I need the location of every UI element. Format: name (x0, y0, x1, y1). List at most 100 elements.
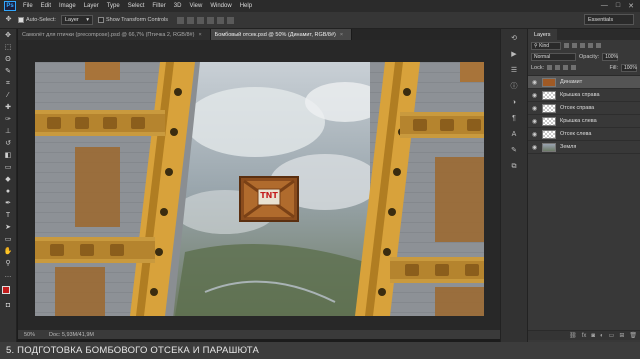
menu-3d[interactable]: 3D (170, 3, 186, 9)
brush-presets-icon[interactable]: ✎ (510, 147, 518, 155)
adjustment-layer-icon[interactable]: ◐ (600, 333, 604, 339)
kind-filter-dropdown[interactable]: ⚲ Kind (531, 41, 561, 50)
adjustments-icon[interactable]: ◑ (510, 99, 518, 107)
history-brush-tool-icon[interactable]: ↺ (4, 140, 13, 148)
type-tool-icon[interactable]: T (4, 212, 13, 220)
menu-help[interactable]: Help (236, 3, 256, 9)
blur-tool-icon[interactable]: ◆ (4, 176, 13, 184)
lock-pixels-icon[interactable] (555, 65, 561, 70)
blend-mode-dropdown[interactable]: Normal (531, 52, 576, 61)
color-swatches[interactable] (2, 286, 14, 298)
canvas-area[interactable]: TNT (18, 40, 500, 330)
move-tool-icon[interactable]: ✥ (4, 32, 13, 40)
marquee-tool-icon[interactable]: ⬚ (4, 44, 13, 52)
more-tools-icon[interactable]: … (4, 272, 13, 280)
eye-icon[interactable]: ◉ (531, 79, 538, 86)
eye-icon[interactable]: ◉ (531, 131, 538, 138)
properties-icon[interactable]: ☰ (510, 67, 518, 75)
align-icons (177, 16, 235, 24)
group-icon[interactable]: ▭ (609, 332, 615, 339)
lock-all-icon[interactable] (571, 65, 577, 70)
eye-icon[interactable]: ◉ (531, 144, 538, 151)
auto-select-checkbox[interactable]: Auto-Select: (18, 17, 56, 23)
filter-row: ⚲ Kind (528, 40, 640, 51)
minimize-button[interactable]: — (601, 2, 608, 10)
brush-tool-icon[interactable]: ✑ (4, 116, 13, 124)
layer-row[interactable]: ◉ Земля (528, 141, 640, 154)
menu-select[interactable]: Select (124, 3, 149, 9)
pen-tool-icon[interactable]: ✒ (4, 200, 13, 208)
maximize-button[interactable]: □ (616, 2, 620, 10)
workspace-dropdown[interactable]: Essentials (584, 14, 634, 25)
eye-icon[interactable]: ◉ (531, 105, 538, 112)
fx-icon[interactable]: fx (582, 333, 587, 339)
mask-icon[interactable]: ◙ (591, 333, 595, 339)
paragraph-icon[interactable]: ¶ (510, 115, 518, 123)
menu-window[interactable]: Window (206, 3, 235, 9)
menu-filter[interactable]: Filter (148, 3, 169, 9)
layer-row[interactable]: ◉ Крышка справа (528, 89, 640, 102)
foreground-color-swatch[interactable] (2, 286, 10, 294)
info-icon[interactable]: ⓘ (510, 83, 518, 91)
close-icon[interactable]: × (198, 32, 201, 38)
path-select-tool-icon[interactable]: ➤ (4, 224, 13, 232)
menu-type[interactable]: Type (103, 3, 124, 9)
align-middle-icon[interactable] (187, 16, 195, 24)
lock-transparency-icon[interactable] (547, 65, 553, 70)
quick-select-tool-icon[interactable]: ✎ (4, 68, 13, 76)
clone-source-icon[interactable]: ⧉ (510, 163, 518, 171)
lock-position-icon[interactable] (563, 65, 569, 70)
align-bottom-icon[interactable] (197, 16, 205, 24)
dodge-tool-icon[interactable]: ● (4, 188, 13, 196)
layer-row[interactable]: ◉ Крышка слева (528, 115, 640, 128)
close-window-button[interactable]: ✕ (628, 2, 634, 10)
hand-tool-icon[interactable]: ✋ (4, 248, 13, 256)
menu-layer[interactable]: Layer (80, 3, 103, 9)
menu-edit[interactable]: Edit (37, 3, 55, 9)
layer-row[interactable]: ◉ Динамит (528, 76, 640, 89)
trash-icon[interactable]: 🗑 (629, 332, 637, 339)
filter-pixel-icon[interactable] (564, 43, 569, 48)
tab-layers[interactable]: Layers (528, 29, 557, 40)
zoom-tool-icon[interactable]: ⚲ (4, 260, 13, 268)
lasso-tool-icon[interactable]: ʘ (4, 56, 13, 64)
filter-smart-icon[interactable] (596, 43, 601, 48)
auto-select-dropdown[interactable]: Layer ▾ (60, 15, 93, 25)
document-canvas[interactable]: TNT (35, 62, 484, 316)
filter-type-icon[interactable] (580, 43, 585, 48)
quick-mask-icon[interactable]: ◘ (4, 302, 13, 310)
gradient-tool-icon[interactable]: ▭ (4, 164, 13, 172)
play-icon[interactable]: ▶ (510, 51, 518, 59)
layer-row[interactable]: ◉ Отсек слева (528, 128, 640, 141)
eye-icon[interactable]: ◉ (531, 118, 538, 125)
tab-bomb-bay-document[interactable]: Бомбовый отсек.psd @ 50% (Динамит, RGB/8… (210, 29, 353, 40)
filter-shape-icon[interactable] (588, 43, 593, 48)
eye-icon[interactable]: ◉ (531, 92, 538, 99)
opacity-input[interactable]: 100% (602, 52, 619, 61)
zoom-level[interactable]: 50% (24, 332, 35, 338)
crop-tool-icon[interactable]: ⌗ (4, 80, 13, 88)
move-tool-icon[interactable]: ✥ (4, 16, 13, 24)
align-top-icon[interactable] (177, 16, 185, 24)
healing-tool-icon[interactable]: ✚ (4, 104, 13, 112)
menu-view[interactable]: View (185, 3, 206, 9)
menu-image[interactable]: Image (55, 3, 80, 9)
align-right-icon[interactable] (227, 16, 235, 24)
fill-input[interactable]: 100% (621, 63, 637, 72)
show-transform-checkbox[interactable]: Show Transform Controls (97, 17, 168, 23)
layer-row[interactable]: ◉ Отсек справа (528, 102, 640, 115)
character-icon[interactable]: A (510, 131, 518, 139)
history-icon[interactable]: ⟲ (510, 35, 518, 43)
tab-plane-document[interactable]: Самолёт для птички (precompose).psd @ 66… (18, 29, 211, 40)
filter-adjustment-icon[interactable] (572, 43, 577, 48)
shape-tool-icon[interactable]: ▭ (4, 236, 13, 244)
link-layers-icon[interactable]: ⛓ (569, 332, 577, 339)
menu-file[interactable]: File (19, 3, 37, 9)
stamp-tool-icon[interactable]: ⊥ (4, 128, 13, 136)
close-icon[interactable]: × (340, 32, 343, 38)
eraser-tool-icon[interactable]: ◧ (4, 152, 13, 160)
eyedropper-tool-icon[interactable]: ⁄ (4, 92, 13, 100)
align-center-icon[interactable] (217, 16, 225, 24)
align-left-icon[interactable] (207, 16, 215, 24)
new-layer-icon[interactable]: ⊞ (619, 332, 624, 339)
